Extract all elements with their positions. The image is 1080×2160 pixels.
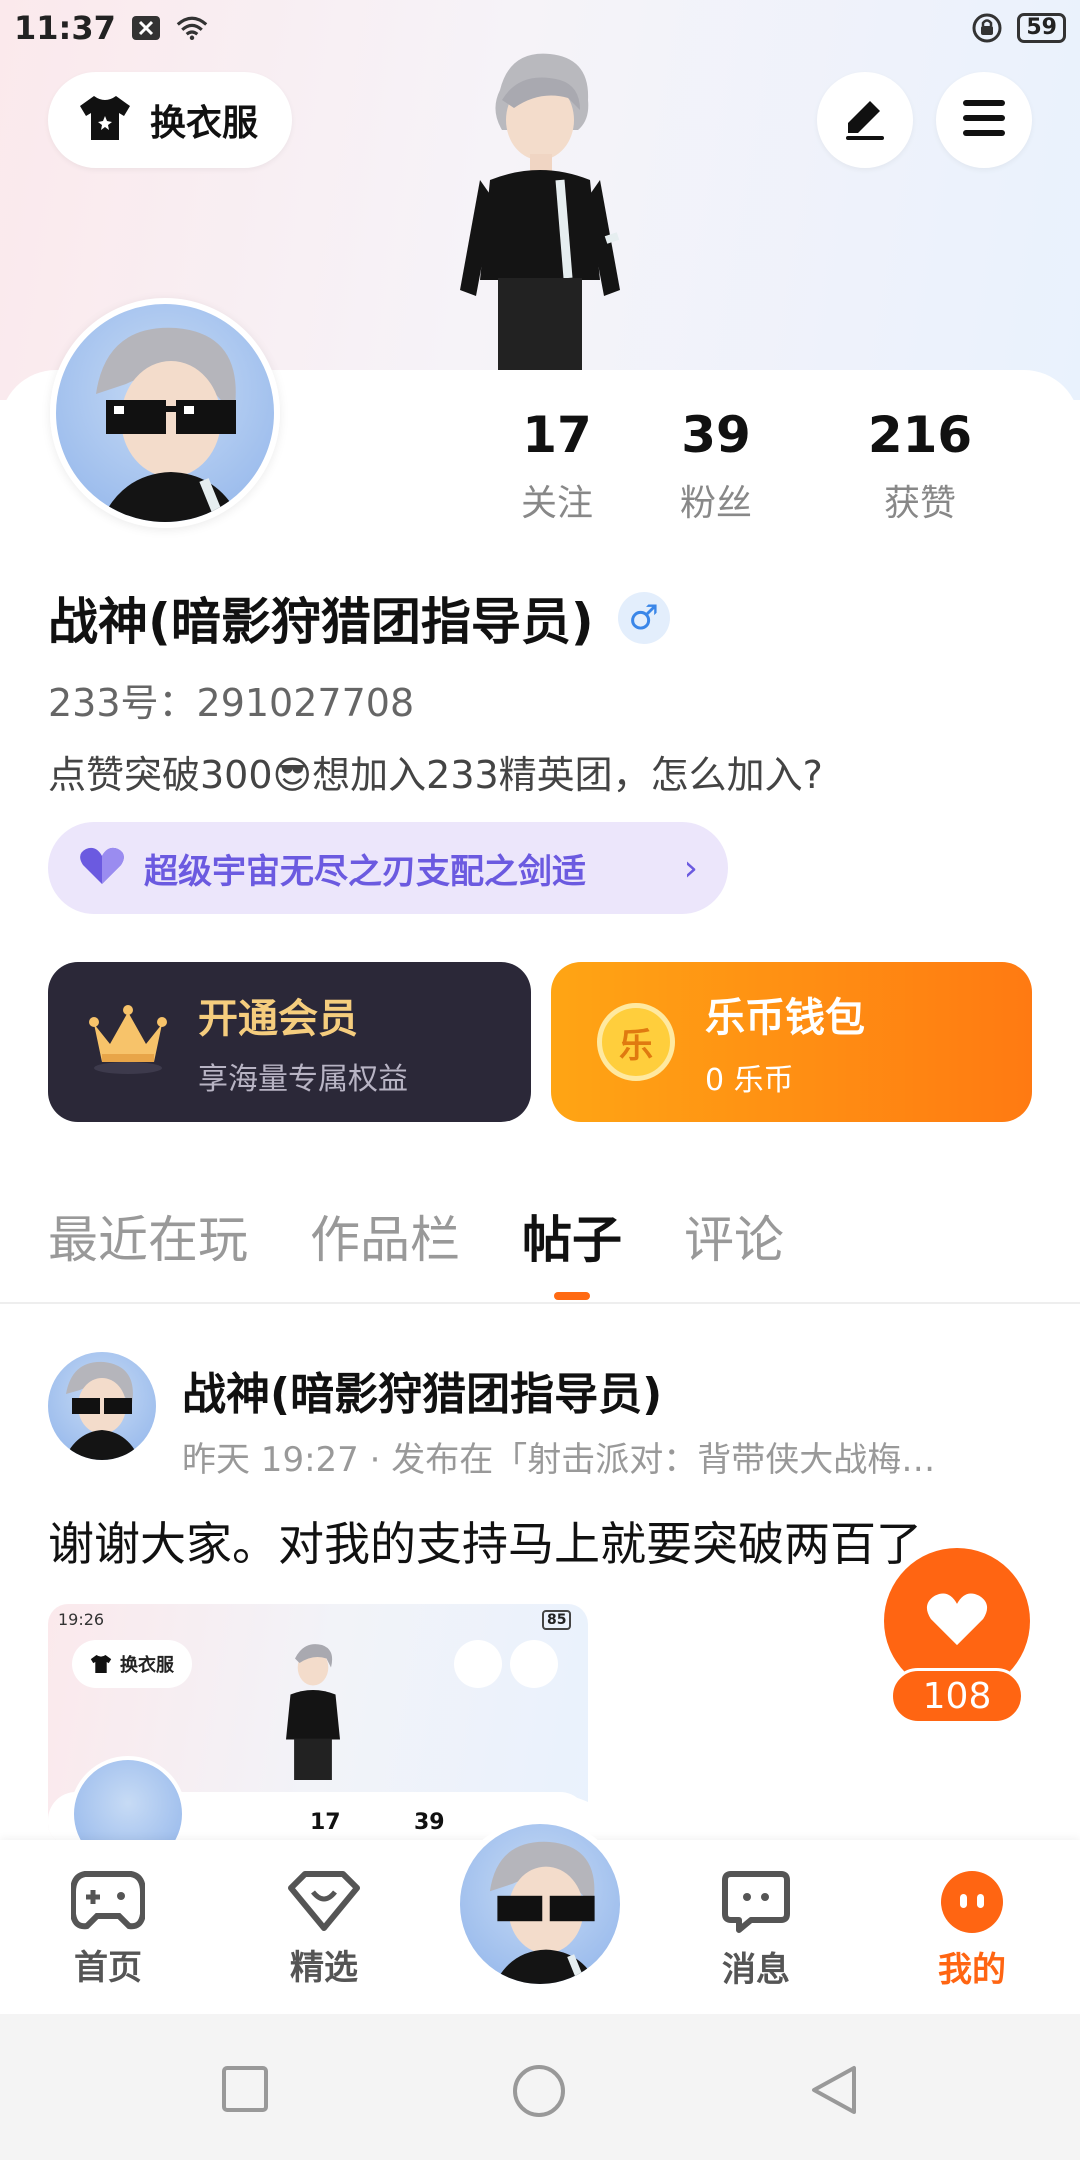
- profile-bio: 点赞突破300😎想加入233精英团，怎么加入?: [48, 753, 823, 797]
- stat-likes-count: 216: [867, 406, 973, 464]
- post-image-edit-icon: [454, 1640, 502, 1688]
- vip-subtitle: 享海量专属权益: [198, 1062, 408, 1097]
- post-image-outfit-label: 换衣服: [120, 1655, 174, 1676]
- heart-gem-icon: [287, 1871, 361, 1936]
- change-outfit-label: 换衣服: [150, 103, 259, 144]
- pen-icon: [842, 95, 888, 145]
- status-bar: 11:37 59: [0, 0, 1080, 56]
- chevron-right-icon: ›: [683, 847, 698, 889]
- avatar-character-figure: [440, 50, 640, 370]
- post-author-name[interactable]: 战神(暗影狩猎团指导员): [182, 1358, 662, 1422]
- username-row: 战神(暗影狩猎团指导员) ♂: [48, 582, 670, 654]
- stat-following[interactable]: 17 关注: [500, 404, 614, 526]
- vip-membership-card[interactable]: 开通会员 享海量专属权益: [48, 962, 531, 1122]
- face-dots-icon: [938, 1871, 1006, 1938]
- guild-badge[interactable]: 超级宇宙无尽之刃支配之剑适 ›: [48, 822, 728, 914]
- profile-tabs: 最近在玩 作品栏 帖子 评论: [48, 1200, 784, 1272]
- gamepad-icon: [70, 1871, 146, 1936]
- post-image-menu-icon: [510, 1640, 558, 1688]
- shirt-icon: [78, 94, 132, 146]
- nav-center-avatar[interactable]: [454, 1818, 626, 1990]
- nav-mine[interactable]: 我的: [892, 1870, 1052, 1991]
- like-count: 108: [890, 1668, 1024, 1724]
- tab-recently-played[interactable]: 最近在玩: [48, 1200, 248, 1272]
- nav-home-label: 首页: [74, 1948, 142, 1988]
- menu-button[interactable]: [936, 72, 1032, 168]
- home-circle-icon[interactable]: [512, 2064, 565, 2117]
- tab-comments[interactable]: 评论: [684, 1200, 784, 1272]
- post-image-avatar: [70, 1756, 186, 1844]
- post-text[interactable]: 谢谢大家。对我的支持马上就要突破两百了: [48, 1508, 922, 1574]
- male-gender-icon: ♂: [617, 592, 670, 644]
- coin-wallet-card[interactable]: 乐 乐币钱包 0 乐币: [551, 962, 1032, 1122]
- status-time: 11:37: [14, 9, 116, 47]
- stat-followers-label: 粉丝: [679, 483, 752, 524]
- post-image-outfit-button: 换衣服: [72, 1640, 192, 1688]
- coin-balance: 0 乐币: [705, 1063, 794, 1098]
- guild-title: 超级宇宙无尽之刃支配之剑适: [144, 851, 586, 892]
- profile-avatar[interactable]: [50, 298, 280, 528]
- post-image-character: [286, 1644, 340, 1780]
- vip-title: 开通会员: [198, 996, 358, 1042]
- tabs-divider: [0, 1302, 1080, 1304]
- user-id[interactable]: 233号：291027708: [48, 672, 414, 727]
- heart-icon: [78, 846, 126, 890]
- nav-messages-label: 消息: [722, 1950, 790, 1990]
- post-author-avatar[interactable]: [48, 1352, 156, 1460]
- stat-following-count: 17: [522, 406, 592, 464]
- coin-icon: 乐: [597, 1003, 675, 1081]
- tab-works[interactable]: 作品栏: [310, 1200, 460, 1272]
- post-image-battery: 85: [542, 1610, 572, 1630]
- stat-followers-count: 39: [681, 406, 751, 464]
- back-triangle-icon[interactable]: [808, 2064, 858, 2114]
- stat-likes-label: 获赞: [883, 483, 956, 524]
- nav-home[interactable]: 首页: [28, 1870, 188, 1989]
- profile-username: 战神(暗影狩猎团指导员): [48, 593, 594, 651]
- notification-icon: [130, 14, 162, 42]
- chat-bubble-icon: [721, 1871, 791, 1938]
- stat-followers[interactable]: 39 粉丝: [614, 404, 818, 526]
- post-image-status-time: 19:26: [58, 1610, 105, 1629]
- change-outfit-button[interactable]: 换衣服: [48, 72, 293, 168]
- battery-indicator: 59: [1017, 13, 1066, 43]
- nav-messages[interactable]: 消息: [676, 1870, 836, 1991]
- nav-mine-label: 我的: [938, 1950, 1006, 1990]
- hamburger-menu-icon: [961, 98, 1007, 142]
- post-image-stat-2: 39: [414, 1810, 445, 1835]
- post-meta[interactable]: 昨天 19:27 · 发布在「射击派对：背带侠大战梅…: [182, 1432, 1042, 1481]
- stat-likes[interactable]: 216 获赞: [818, 404, 1022, 526]
- lock-rotation-icon: [971, 13, 1003, 43]
- heart-icon: [924, 1590, 990, 1652]
- tab-posts[interactable]: 帖子: [522, 1200, 622, 1272]
- wifi-icon: [176, 14, 208, 42]
- coin-symbol: 乐: [619, 1025, 653, 1066]
- post-image-stat-1: 17: [310, 1810, 341, 1835]
- profile-stats: 17 关注 39 粉丝 216 获赞: [500, 404, 1060, 526]
- nav-featured-label: 精选: [290, 1948, 358, 1988]
- nav-featured[interactable]: 精选: [244, 1870, 404, 1989]
- coin-wallet-title: 乐币钱包: [705, 995, 865, 1041]
- edit-profile-button[interactable]: [817, 72, 913, 168]
- stat-following-label: 关注: [520, 483, 593, 524]
- crown-icon: [88, 1004, 168, 1080]
- recent-apps-icon[interactable]: [220, 2064, 270, 2114]
